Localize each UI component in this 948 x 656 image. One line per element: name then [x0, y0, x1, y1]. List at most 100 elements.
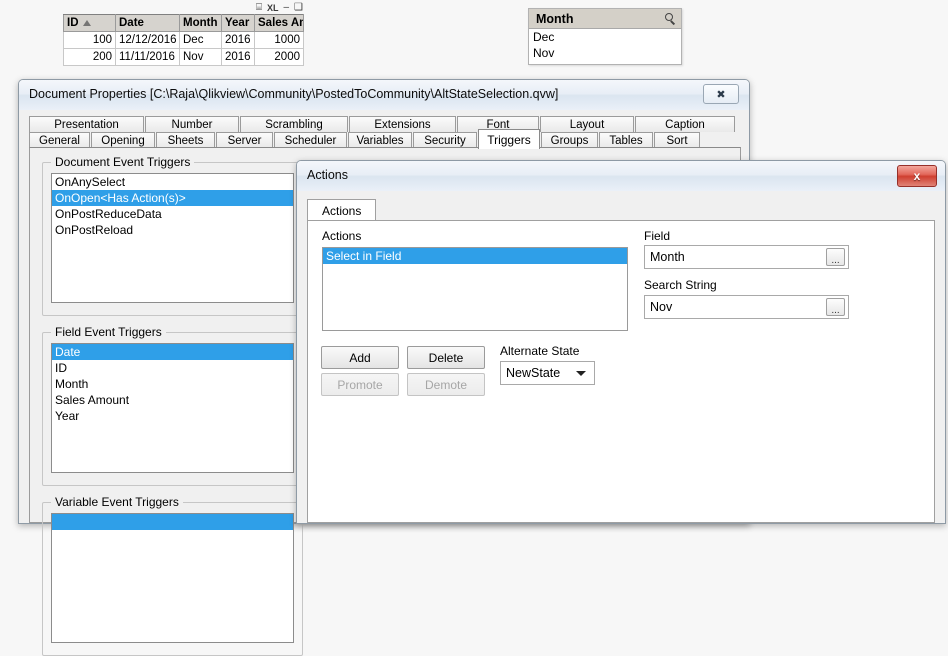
column-header-id[interactable]: ID — [63, 14, 116, 32]
promote-button: Promote — [321, 373, 399, 396]
print-icon[interactable]: ⌸ — [256, 2, 262, 13]
tab-server[interactable]: Server — [216, 132, 273, 148]
tabstrip-bottom-row: General Opening Sheets Server Scheduler … — [29, 129, 741, 149]
field-event-triggers-legend: Field Event Triggers — [51, 325, 166, 339]
cell-id[interactable]: 200 — [63, 48, 116, 66]
field-event-triggers-listbox[interactable]: Date ID Month Sales Amount Year — [51, 343, 294, 473]
maximize-icon[interactable]: ❑ — [294, 2, 303, 13]
data-table: ID Date Month Year Sales Am... 100 12/12… — [63, 14, 304, 66]
alternate-state-select[interactable]: NewState — [500, 361, 595, 385]
document-properties-title: Document Properties [C:\Raja\Qlikview\Co… — [29, 87, 559, 101]
table-object-toolbar: ⌸ XL – ❑ — [256, 1, 303, 14]
chevron-down-icon — [576, 371, 586, 376]
cell-month[interactable]: Dec — [179, 31, 222, 49]
month-listbox: Month Dec Nov — [528, 8, 682, 65]
list-item[interactable]: Year — [52, 408, 293, 424]
list-item[interactable]: ID — [52, 360, 293, 376]
month-listbox-item[interactable]: Dec — [529, 29, 681, 45]
cell-date[interactable]: 11/11/2016 — [115, 48, 180, 66]
tab-groups[interactable]: Groups — [541, 132, 598, 148]
variable-event-triggers-listbox[interactable] — [51, 513, 294, 643]
list-item-selected[interactable]: Date — [52, 344, 293, 360]
column-header-sales[interactable]: Sales Am... — [254, 14, 304, 32]
cell-sales[interactable]: 2000 — [254, 48, 304, 66]
tab-variables[interactable]: Variables — [348, 132, 412, 148]
actions-tab-panel: Actions Select in Field Field Month ... … — [307, 220, 935, 523]
tab-triggers[interactable]: Triggers — [478, 129, 540, 149]
actions-list-label: Actions — [322, 229, 362, 243]
search-string-input-value: Nov — [650, 300, 673, 314]
cell-year[interactable]: 2016 — [221, 48, 255, 66]
search-string-browse-button[interactable]: ... — [826, 298, 845, 316]
tab-number[interactable]: Number — [145, 116, 239, 132]
column-header-month[interactable]: Month — [179, 14, 222, 32]
tab-caption[interactable]: Caption — [635, 116, 735, 132]
data-table-object: ⌸ XL – ❑ ID Date Month Year Sales Am... … — [63, 0, 304, 66]
cell-id[interactable]: 100 — [63, 31, 116, 49]
actions-dialog: Actions x Actions Actions Select in Fiel… — [296, 160, 946, 524]
list-item[interactable]: OnPostReduceData — [52, 206, 293, 222]
field-input-value: Month — [650, 250, 685, 264]
document-event-triggers-legend: Document Event Triggers — [51, 155, 195, 169]
variable-event-triggers-legend: Variable Event Triggers — [51, 495, 183, 509]
add-button[interactable]: Add — [321, 346, 399, 369]
table-header-row: ID Date Month Year Sales Am... — [63, 14, 304, 32]
minimize-icon[interactable]: – — [283, 2, 289, 13]
tabstrip-top-row: Presentation Number Scrambling Extension… — [29, 116, 741, 132]
document-event-triggers-group: Document Event Triggers OnAnySelect OnOp… — [42, 155, 303, 316]
actions-listbox[interactable]: Select in Field — [322, 247, 628, 331]
actions-dialog-title: Actions — [307, 168, 348, 182]
tab-extensions[interactable]: Extensions — [349, 116, 456, 132]
month-listbox-title: Month — [536, 11, 574, 26]
close-button[interactable]: x — [897, 165, 937, 187]
tab-general[interactable]: General — [29, 132, 90, 148]
search-string-input[interactable]: Nov ... — [644, 295, 849, 319]
tab-presentation[interactable]: Presentation — [29, 116, 144, 132]
document-properties-tabstrip: Presentation Number Scrambling Extension… — [29, 116, 741, 149]
table-row[interactable]: 200 11/11/2016 Nov 2016 2000 — [63, 48, 304, 66]
tab-opening[interactable]: Opening — [91, 132, 155, 148]
tab-sheets[interactable]: Sheets — [156, 132, 215, 148]
search-string-label: Search String — [644, 278, 717, 292]
document-event-triggers-listbox[interactable]: OnAnySelect OnOpen<Has Action(s)> OnPost… — [51, 173, 294, 303]
column-header-date[interactable]: Date — [115, 14, 180, 32]
tab-scrambling[interactable]: Scrambling — [240, 116, 348, 132]
month-listbox-item[interactable]: Nov — [529, 45, 681, 61]
tab-layout[interactable]: Layout — [540, 116, 634, 132]
actions-tabstrip: Actions — [307, 199, 935, 223]
list-item[interactable]: OnAnySelect — [52, 174, 293, 190]
alternate-state-label: Alternate State — [500, 344, 580, 358]
list-item-selected[interactable]: Select in Field — [323, 248, 627, 264]
tab-security[interactable]: Security — [413, 132, 477, 148]
cell-year[interactable]: 2016 — [221, 31, 255, 49]
alternate-state-value: NewState — [506, 366, 561, 380]
column-header-year[interactable]: Year — [221, 14, 255, 32]
tab-tables[interactable]: Tables — [599, 132, 653, 148]
list-item[interactable]: Sales Amount — [52, 392, 293, 408]
field-event-triggers-group: Field Event Triggers Date ID Month Sales… — [42, 325, 303, 486]
actions-dialog-titlebar[interactable]: Actions x — [297, 161, 945, 192]
list-item[interactable]: Month — [52, 376, 293, 392]
sort-ascending-icon — [82, 19, 91, 26]
field-input[interactable]: Month ... — [644, 245, 849, 269]
demote-button: Demote — [407, 373, 485, 396]
list-item[interactable]: OnPostReload — [52, 222, 293, 238]
field-browse-button[interactable]: ... — [826, 248, 845, 266]
month-listbox-caption: Month — [529, 9, 681, 29]
close-button[interactable]: ✖ — [703, 84, 739, 104]
cell-month[interactable]: Nov — [179, 48, 222, 66]
actions-dialog-body: Actions Actions Select in Field Field Mo… — [297, 191, 945, 523]
tab-scheduler[interactable]: Scheduler — [274, 132, 347, 148]
list-item-selected[interactable] — [52, 514, 293, 530]
document-properties-titlebar[interactable]: Document Properties [C:\Raja\Qlikview\Co… — [19, 80, 749, 111]
list-item-selected[interactable]: OnOpen<Has Action(s)> — [52, 190, 293, 206]
field-label: Field — [644, 229, 671, 243]
table-row[interactable]: 100 12/12/2016 Dec 2016 1000 — [63, 31, 304, 49]
delete-button[interactable]: Delete — [407, 346, 485, 369]
magnifier-icon[interactable] — [664, 12, 676, 25]
cell-date[interactable]: 12/12/2016 — [115, 31, 180, 49]
variable-event-triggers-group: Variable Event Triggers — [42, 495, 303, 656]
cell-sales[interactable]: 1000 — [254, 31, 304, 49]
excel-export-icon[interactable]: XL — [267, 3, 279, 13]
tab-sort[interactable]: Sort — [654, 132, 700, 148]
